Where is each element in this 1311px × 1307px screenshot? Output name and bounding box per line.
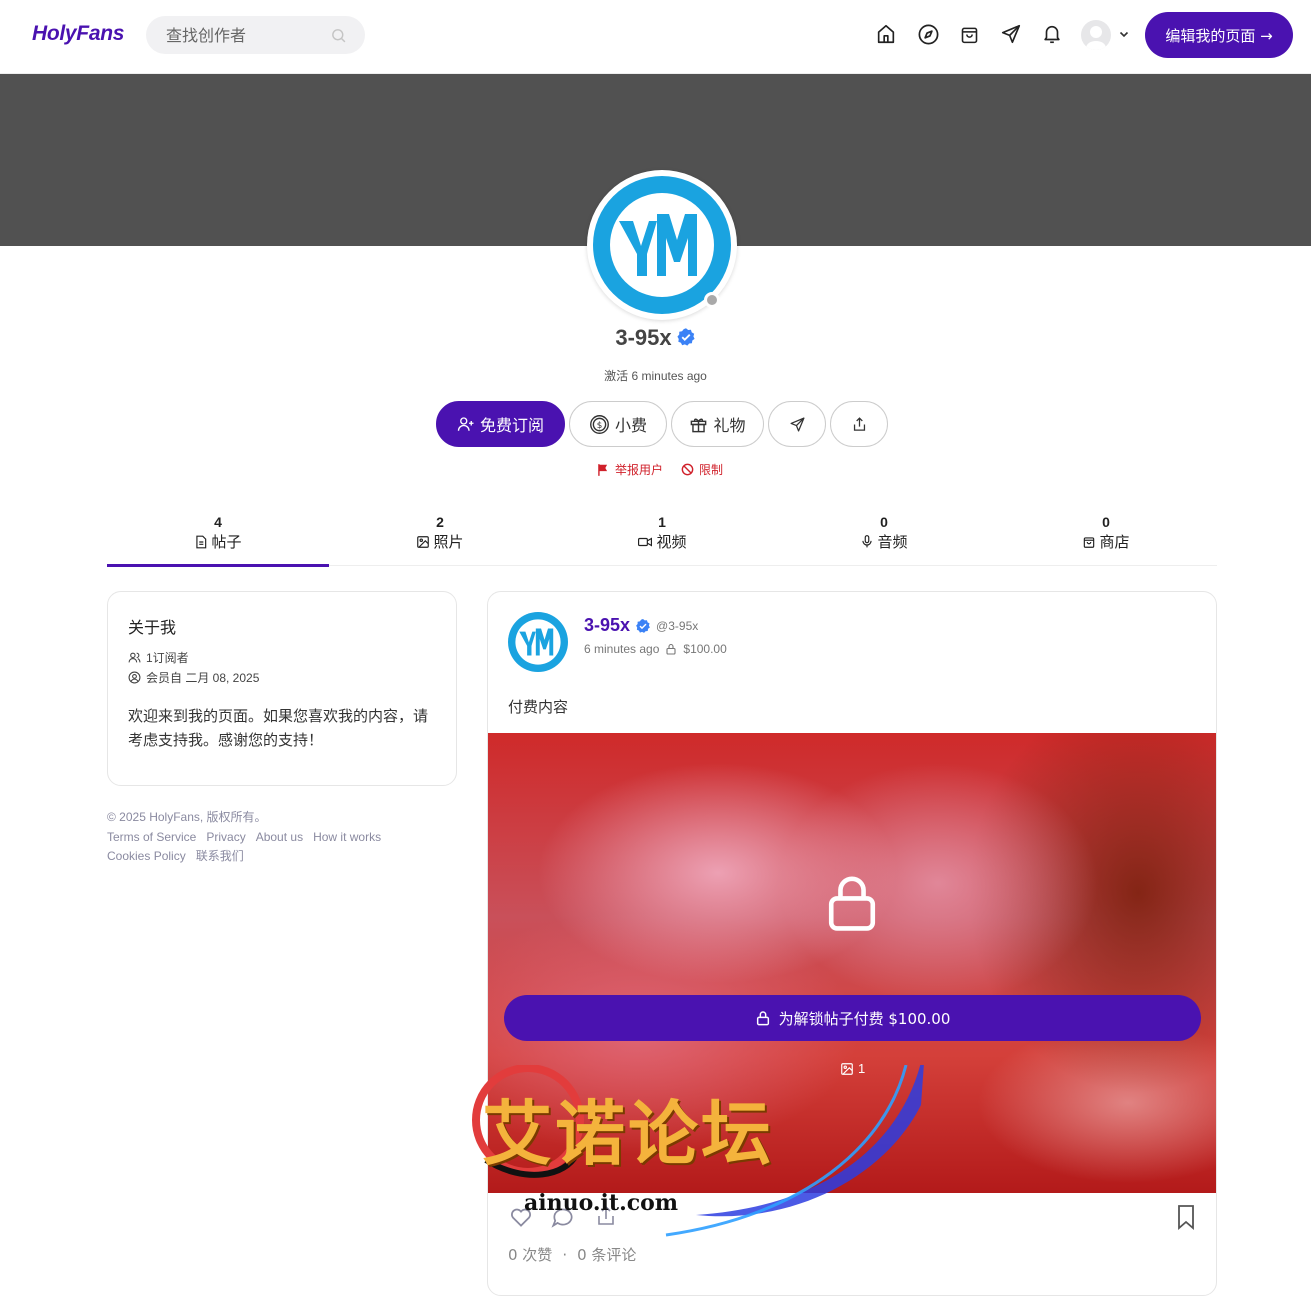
- microphone-icon: [860, 534, 874, 549]
- bell-icon[interactable]: [1040, 22, 1064, 46]
- verified-badge-icon: [635, 618, 651, 634]
- search-icon[interactable]: [330, 27, 347, 44]
- tab-label: 帖子: [211, 533, 242, 551]
- user-circle-icon: [128, 671, 141, 684]
- verified-badge-icon: [676, 327, 696, 347]
- post-author-name[interactable]: 3-95x: [584, 615, 630, 636]
- flag-icon: [596, 463, 610, 477]
- document-icon: [194, 535, 208, 549]
- image-icon: [416, 535, 430, 549]
- svg-text:$: $: [597, 421, 603, 431]
- bio-text: 欢迎来到我的页面。如果您喜欢我的内容，请考虑支持我。感谢您的支持！: [128, 707, 429, 749]
- lock-icon: [665, 643, 677, 655]
- gift-icon: [689, 415, 708, 434]
- gift-button[interactable]: 礼物: [671, 401, 764, 447]
- restrict-label: 限制: [699, 463, 724, 477]
- search-box[interactable]: [146, 16, 365, 54]
- chevron-down-icon[interactable]: [1118, 28, 1130, 40]
- tab-videos[interactable]: 1 视频: [551, 510, 773, 566]
- search-input[interactable]: [166, 16, 326, 54]
- post-price: $100.00: [683, 642, 727, 656]
- tab-audio[interactable]: 0 音频: [773, 510, 995, 566]
- post-time: 6 minutes ago: [584, 642, 660, 656]
- send-icon: [789, 416, 806, 433]
- message-button[interactable]: [768, 401, 826, 447]
- about-us-link[interactable]: About us: [256, 830, 303, 844]
- tab-label: 商店: [1099, 533, 1130, 551]
- tab-photos[interactable]: 2 照片: [329, 510, 551, 566]
- tab-label: 照片: [433, 533, 464, 551]
- video-camera-icon: [637, 535, 653, 549]
- share-icon: [851, 416, 868, 433]
- cookies-policy-link[interactable]: Cookies Policy: [107, 849, 186, 863]
- share-button[interactable]: [830, 401, 888, 447]
- contact-us-link[interactable]: 联系我们: [196, 849, 244, 863]
- post-author-row: 3-95x @3-95x: [584, 615, 698, 636]
- how-it-works-link[interactable]: How it works: [313, 830, 381, 844]
- tab-count: 2: [436, 514, 444, 530]
- watermark-url: ainuo.it.com: [524, 1190, 679, 1216]
- home-icon[interactable]: [874, 22, 898, 46]
- shopping-bag-icon[interactable]: [957, 22, 981, 46]
- holyfans-logo[interactable]: HolyFans: [32, 22, 124, 46]
- post-author-handle: @3-95x: [656, 618, 699, 633]
- privacy-link[interactable]: Privacy: [206, 830, 245, 844]
- unlock-post-button[interactable]: 为解锁帖子付费 $100.00: [504, 995, 1201, 1041]
- block-icon: [681, 463, 694, 476]
- tab-count: 0: [880, 514, 888, 530]
- free-subscribe-label: 免费订阅: [479, 416, 544, 435]
- comment-count[interactable]: 0 条评论: [577, 1246, 636, 1264]
- send-icon[interactable]: [999, 22, 1023, 46]
- member-since: 会员自 二月 08, 2025: [146, 671, 260, 685]
- restrict-link[interactable]: 限制: [681, 461, 723, 478]
- tab-count: 0: [1102, 514, 1110, 530]
- like-count: 0 次赞: [508, 1246, 553, 1264]
- terms-link[interactable]: Terms of Service: [107, 830, 196, 844]
- subscribers-count: 1订阅者: [146, 651, 189, 665]
- media-count: 1: [840, 1061, 865, 1076]
- profile-name: 3-95x: [615, 325, 672, 350]
- gift-label: 礼物: [713, 416, 746, 435]
- bookmark-icon[interactable]: [1174, 1204, 1198, 1230]
- profile-name-row: 3-95x: [0, 325, 1311, 351]
- tip-label: 小费: [614, 416, 647, 435]
- profile-tabs: 4 帖子 2 照片 1 视频 0 音频 0 商店: [107, 510, 1217, 567]
- status-indicator: [704, 292, 720, 308]
- report-user-label: 举报用户: [615, 463, 664, 477]
- shopping-bag-icon: [1082, 535, 1096, 549]
- copyright: © 2025 HolyFans, 版权所有。: [107, 810, 267, 824]
- last-active-text: 激活 6 minutes ago: [604, 369, 707, 383]
- image-count: 1: [858, 1061, 866, 1076]
- about-card: 关于我 1订阅者 会员自 二月 08, 2025 欢迎来到我的页面。如果您喜欢我…: [107, 591, 457, 786]
- footer: © 2025 HolyFans, 版权所有。 Terms of Service P…: [107, 808, 391, 867]
- watermark-text: 艾诺论坛: [482, 1093, 774, 1175]
- about-title: 关于我: [128, 618, 177, 637]
- post-author-avatar[interactable]: [508, 612, 568, 672]
- report-user-link[interactable]: 举报用户: [596, 461, 663, 478]
- post-meta: 6 minutes ago $100.00: [584, 642, 727, 656]
- lock-icon: [824, 873, 880, 933]
- edit-my-page-button[interactable]: 编辑我的页面 →: [1145, 12, 1293, 58]
- post-text: 付费内容: [508, 698, 569, 716]
- tab-label: 视频: [656, 533, 687, 551]
- post-stats: 0 次赞 · 0 条评论: [508, 1246, 637, 1264]
- tab-count: 1: [658, 514, 666, 530]
- tab-shop[interactable]: 0 商店: [995, 510, 1217, 566]
- user-avatar[interactable]: [1081, 20, 1111, 50]
- unlock-post-label: 为解锁帖子付费 $100.00: [778, 1009, 951, 1028]
- tab-posts[interactable]: 4 帖子: [107, 510, 329, 567]
- compass-icon[interactable]: [916, 22, 940, 46]
- users-icon: [128, 651, 141, 664]
- free-subscribe-button[interactable]: 免费订阅: [436, 401, 565, 447]
- user-plus-icon: [457, 415, 475, 433]
- image-icon: [840, 1062, 854, 1076]
- dollar-coin-icon: $: [589, 414, 610, 435]
- unlock-icon: [755, 1010, 771, 1026]
- top-navbar: HolyFans 编辑我的页面 →: [0, 0, 1311, 74]
- member-since-row: 会员自 二月 08, 2025: [128, 669, 259, 686]
- tab-label: 音频: [877, 533, 908, 551]
- tab-count: 4: [214, 514, 222, 530]
- tip-button[interactable]: $ 小费: [569, 401, 667, 447]
- subscribers-row: 1订阅者: [128, 649, 189, 666]
